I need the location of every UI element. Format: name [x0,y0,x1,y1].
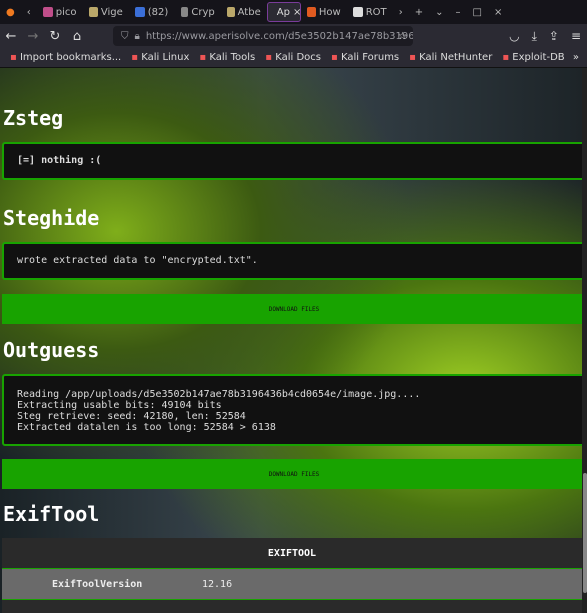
exif-key: ExifToolVersion [52,578,143,590]
steghide-title: Steghide [3,206,100,230]
close-tab-icon[interactable]: × [293,7,300,18]
bookmark-icon: ▪ [331,52,338,63]
close-window-button[interactable]: × [488,2,508,22]
bookmark-icon: ▪ [265,52,273,63]
zsteg-output: [=] nothing :( [2,142,582,180]
outguess-download-button[interactable]: DOWNLOAD FILES [2,459,582,489]
tab-label: How [318,6,341,18]
shield-icon: ⛉ [121,30,129,42]
scrollbar[interactable] [582,68,587,613]
tab-label: Atbe [237,6,261,18]
home-icon[interactable]: ⌂ [66,29,88,44]
tab[interactable]: ROT [347,2,393,22]
bookmark-item[interactable]: ▪ Import bookmarks... [10,52,121,63]
url-domain: https://www.aperisolve.com [145,30,285,42]
page-content: Zsteg [=] nothing :( Steghide wrote extr… [0,68,582,613]
menu-icon[interactable]: ≡ [571,29,581,44]
bookmark-icon: ▪ [502,52,510,63]
tab-label: ROT [365,6,387,18]
nav-bar: ← → ↻ ⌂ ⛉ 🔒︎ https://www.aperisolve.com/… [0,24,587,48]
bookmark-label: Kali Tools [209,52,256,63]
exiftool-table-header: EXIFTOOL [2,538,582,569]
bookmark-icon: ▪ [131,52,139,63]
zsteg-title: Zsteg [3,106,64,130]
tab-scroll-left[interactable]: ‹ [21,2,37,22]
bookmark-label: Exploit-DB [512,52,565,63]
bookmark-item[interactable]: ▪ Kali Linux [131,52,189,63]
back-icon[interactable]: ← [0,29,22,44]
bookmarks-overflow-icon[interactable]: » [573,52,579,63]
exif-value: 12.16 [202,578,233,590]
bookmark-icon: ▪ [199,52,207,63]
new-tab-button[interactable]: + [409,2,429,22]
pocket-icon[interactable]: ◡ [509,29,519,44]
tab-favicon-icon [226,7,235,17]
tab-scroll-right[interactable]: › [393,2,409,22]
tab-favicon-icon [134,7,145,17]
download-icon[interactable]: ⤓ [532,29,537,44]
tab-favicon-icon [42,7,53,17]
bookmark-label: Kali Docs [275,52,322,63]
outguess-title: Outguess [3,338,100,362]
bookmark-label: Kali Forums [340,52,400,63]
tab[interactable]: How [301,2,347,22]
tab-favicon-icon [306,7,316,17]
tab-favicon-icon [88,7,98,17]
tab-bar: ● ‹ pico Vige (82) Cryp Atbe Ap × How ROT › + ⌄ … [0,0,587,24]
tab-list-icon[interactable]: ⌄ [429,2,449,22]
firefox-icon[interactable]: ● [0,2,21,22]
tab[interactable]: Vige [83,2,129,22]
tab[interactable]: pico [37,2,83,22]
tab-label: pico [55,6,77,18]
table-row: ExifToolVersion 12.16 [2,569,582,600]
bookmarks-bar: ▪ Import bookmarks... ▪ Kali Linux ▪ Kali … [0,48,587,68]
tab-label: (82) [147,6,169,18]
tab-label: Ap [276,6,290,18]
tab[interactable]: Cryp [175,2,221,22]
url-bar[interactable]: ⛉ 🔒︎ https://www.aperisolve.com/d5e3502b… [113,26,413,46]
tab[interactable]: (82) [129,2,175,22]
tab-label: Vige [100,6,123,18]
star-icon[interactable]: ☆ [398,31,407,42]
bookmark-label: Kali NetHunter [419,52,493,63]
bookmark-item[interactable]: ▪ Kali Tools [199,52,255,63]
bookmark-item[interactable]: ▪ Kali Forums [331,52,399,63]
tab-favicon-icon [352,7,363,17]
steghide-download-button[interactable]: DOWNLOAD FILES [2,294,582,324]
minimize-button[interactable]: – [450,2,467,22]
share-icon[interactable]: ⇪ [549,29,559,44]
maximize-button[interactable]: □ [467,2,488,22]
bookmark-icon: ▪ [409,52,416,63]
tab-label: Cryp [191,6,215,18]
bookmark-item[interactable]: ▪ Kali NetHunter [409,52,492,63]
tab-favicon-icon [180,7,189,17]
scrollbar-thumb[interactable] [583,473,587,593]
exiftool-title: ExifTool [3,502,100,526]
bookmark-item[interactable]: ▪ Kali Docs [265,52,321,63]
url-path: /d5e3502b147ae78b3196436b4cd065 [284,30,413,42]
tab[interactable]: Atbe [221,2,267,22]
reload-icon[interactable]: ↻ [44,29,66,44]
next-table-header [2,600,582,613]
bookmark-item[interactable]: ▪ Exploit-DB [502,52,564,63]
lock-icon: 🔒︎ [134,30,140,42]
bookmark-label: Kali Linux [141,52,190,63]
outguess-output: Reading /app/uploads/d5e3502b147ae78b319… [2,374,582,446]
steghide-output: wrote extracted data to "encrypted.txt". [2,242,582,280]
bookmark-label: Import bookmarks... [19,52,122,63]
forward-icon[interactable]: → [22,29,44,44]
tab[interactable]: Ap × [266,2,301,22]
bookmark-icon: ▪ [10,52,17,63]
